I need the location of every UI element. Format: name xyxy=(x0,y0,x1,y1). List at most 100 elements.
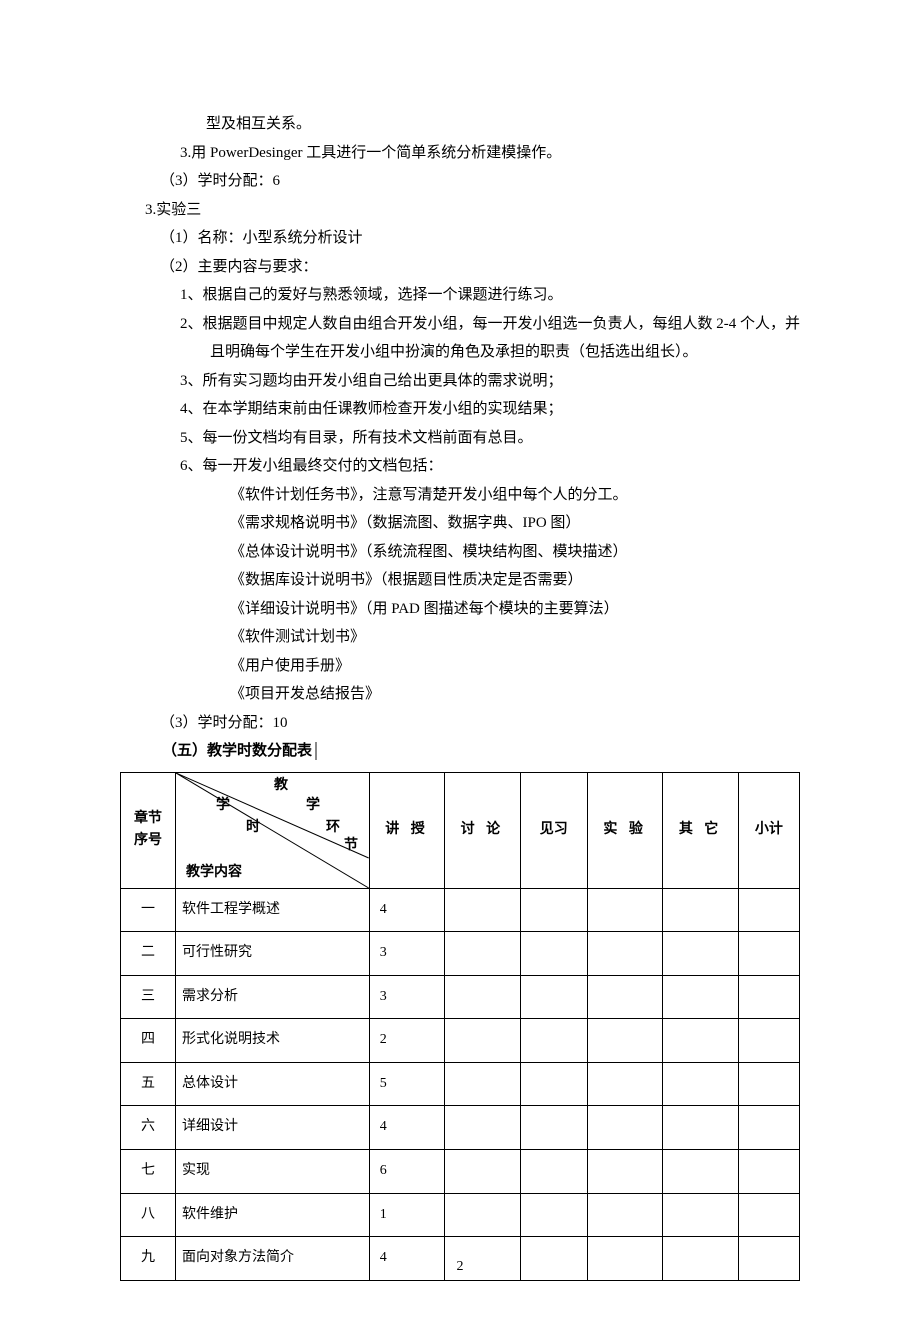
cell-discussion xyxy=(445,1106,520,1150)
cell-other xyxy=(663,1019,738,1063)
cell-observe xyxy=(520,932,587,976)
cell-content: 详细设计 xyxy=(176,1106,370,1150)
cell-discussion xyxy=(445,1193,520,1237)
cell-experiment xyxy=(587,1106,662,1150)
table-row: 四形式化说明技术2 xyxy=(121,1019,800,1063)
col-chapter: 章节 序号 xyxy=(121,772,176,888)
cell-lecture: 4 xyxy=(369,888,444,932)
cell-content: 可行性研究 xyxy=(176,932,370,976)
body-line: 2、根据题目中规定人数自由组合开发小组，每一开发小组选一负责人，每组人数 2-4… xyxy=(120,310,800,367)
table-header-row: 章节 序号 教 学 学 时 环 节 教学内容 讲 授 讨 xyxy=(121,772,800,888)
cell-experiment xyxy=(587,888,662,932)
cell-observe xyxy=(520,975,587,1019)
cell-lecture: 1 xyxy=(369,1193,444,1237)
cell-content: 需求分析 xyxy=(176,975,370,1019)
hours-table: 章节 序号 教 学 学 时 环 节 教学内容 讲 授 讨 xyxy=(120,772,800,1281)
cell-other xyxy=(663,1193,738,1237)
diag-label: 学 xyxy=(216,799,230,813)
cell-experiment xyxy=(587,1150,662,1194)
diagonal-header: 教 学 学 时 环 节 教学内容 xyxy=(176,772,370,888)
body-line: 3.实验三 xyxy=(120,196,800,225)
doc-item: 《项目开发总结报告》 xyxy=(120,680,800,709)
body-line: 3、所有实习题均由开发小组自己给出更具体的需求说明； xyxy=(120,367,800,396)
body-line: 3.用 PowerDesinger 工具进行一个简单系统分析建模操作。 xyxy=(120,139,800,168)
body-line: 1、根据自己的爱好与熟悉领域，选择一个课题进行练习。 xyxy=(120,281,800,310)
cell-observe xyxy=(520,1150,587,1194)
body-line: 6、每一开发小组最终交付的文档包括： xyxy=(120,452,800,481)
cell-experiment xyxy=(587,1193,662,1237)
table-row: 二可行性研究3 xyxy=(121,932,800,976)
cell-discussion xyxy=(445,1150,520,1194)
cell-lecture: 5 xyxy=(369,1062,444,1106)
cell-observe xyxy=(520,888,587,932)
cell-subtotal xyxy=(738,932,799,976)
diag-label: 时 xyxy=(246,821,260,835)
cell-subtotal xyxy=(738,1150,799,1194)
col-other: 其 它 xyxy=(663,772,738,888)
body-line: 型及相互关系。 xyxy=(120,110,800,139)
cell-discussion xyxy=(445,1062,520,1106)
cell-other xyxy=(663,1150,738,1194)
document-page: 型及相互关系。 3.用 PowerDesinger 工具进行一个简单系统分析建模… xyxy=(0,0,920,1321)
cell-subtotal xyxy=(738,888,799,932)
cell-observe xyxy=(520,1062,587,1106)
diag-label: 教 xyxy=(274,779,288,793)
table-row: 五总体设计5 xyxy=(121,1062,800,1106)
cell-experiment xyxy=(587,1062,662,1106)
body-line: （1）名称：小型系统分析设计 xyxy=(120,224,800,253)
diag-label: 节 xyxy=(344,839,358,853)
table-row: 七实现6 xyxy=(121,1150,800,1194)
doc-item: 《软件测试计划书》 xyxy=(120,623,800,652)
cell-experiment xyxy=(587,975,662,1019)
body-line: （3）学时分配：10 xyxy=(120,709,800,738)
table-row: 三需求分析3 xyxy=(121,975,800,1019)
col-label: 章节 xyxy=(134,811,162,826)
doc-item: 《用户使用手册》 xyxy=(120,652,800,681)
text-cursor-icon xyxy=(315,742,317,760)
cell-content: 总体设计 xyxy=(176,1062,370,1106)
cell-subtotal xyxy=(738,1019,799,1063)
cell-discussion xyxy=(445,1019,520,1063)
col-label: 序号 xyxy=(134,833,162,848)
page-number: 2 xyxy=(0,1254,920,1281)
diag-label: 学 xyxy=(306,799,320,813)
cell-lecture: 2 xyxy=(369,1019,444,1063)
cell-subtotal xyxy=(738,1193,799,1237)
diag-label: 教学内容 xyxy=(186,866,242,880)
col-observe: 见习 xyxy=(520,772,587,888)
cell-chapter: 四 xyxy=(121,1019,176,1063)
cell-discussion xyxy=(445,932,520,976)
cell-chapter: 五 xyxy=(121,1062,176,1106)
col-subtotal: 小计 xyxy=(738,772,799,888)
body-line: 4、在本学期结束前由任课教师检查开发小组的实现结果； xyxy=(120,395,800,424)
cell-content: 形式化说明技术 xyxy=(176,1019,370,1063)
cell-chapter: 二 xyxy=(121,932,176,976)
cell-other xyxy=(663,975,738,1019)
cell-observe xyxy=(520,1106,587,1150)
cell-lecture: 3 xyxy=(369,975,444,1019)
cell-subtotal xyxy=(738,1106,799,1150)
table-row: 六详细设计4 xyxy=(121,1106,800,1150)
table-row: 八软件维护1 xyxy=(121,1193,800,1237)
doc-item: 《软件计划任务书》，注意写清楚开发小组中每个人的分工。 xyxy=(120,481,800,510)
cell-chapter: 六 xyxy=(121,1106,176,1150)
cell-chapter: 三 xyxy=(121,975,176,1019)
cell-subtotal xyxy=(738,975,799,1019)
cell-chapter: 七 xyxy=(121,1150,176,1194)
cell-subtotal xyxy=(738,1062,799,1106)
cell-chapter: 一 xyxy=(121,888,176,932)
cell-chapter: 八 xyxy=(121,1193,176,1237)
cell-lecture: 6 xyxy=(369,1150,444,1194)
table-row: 一软件工程学概述4 xyxy=(121,888,800,932)
col-lecture: 讲 授 xyxy=(369,772,444,888)
cell-other xyxy=(663,1106,738,1150)
body-line: （2）主要内容与要求： xyxy=(120,253,800,282)
cell-lecture: 4 xyxy=(369,1106,444,1150)
section-heading-row: （五）教学时数分配表 xyxy=(120,737,800,766)
col-experiment: 实 验 xyxy=(587,772,662,888)
cell-experiment xyxy=(587,1019,662,1063)
body-line: 5、每一份文档均有目录，所有技术文档前面有总目。 xyxy=(120,424,800,453)
doc-item: 《需求规格说明书》（数据流图、数据字典、IPO 图） xyxy=(120,509,800,538)
cell-discussion xyxy=(445,975,520,1019)
cell-observe xyxy=(520,1193,587,1237)
